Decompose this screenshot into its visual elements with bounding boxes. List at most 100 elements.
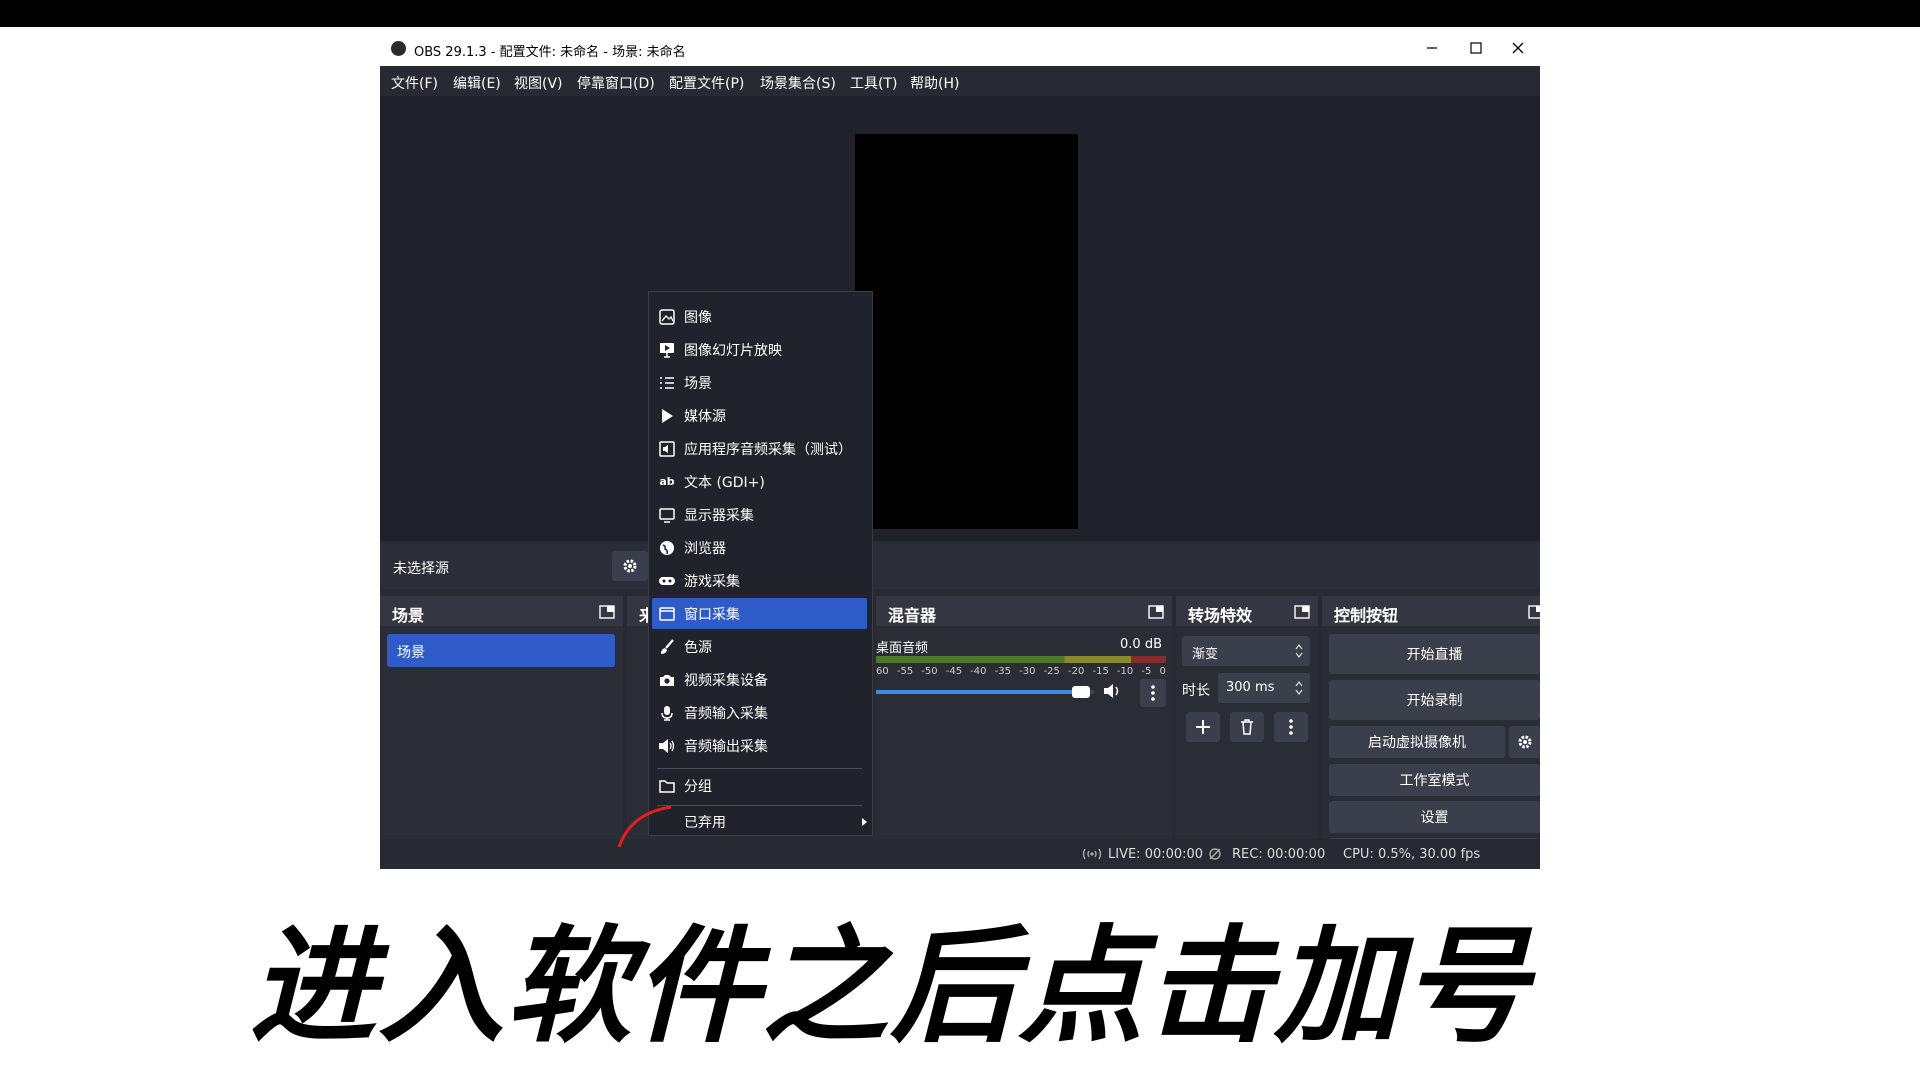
menu-view[interactable]: 视图(V) (514, 73, 563, 93)
more-vertical-icon (1151, 685, 1155, 701)
menu-separator (657, 768, 862, 769)
mixer-db-value: 0.0 dB (1120, 637, 1162, 652)
mixer-menu-button[interactable] (1140, 679, 1166, 707)
menu-tools[interactable]: 工具(T) (850, 73, 897, 93)
text-icon: ab (659, 475, 675, 488)
start-recording-button[interactable]: 开始录制 (1329, 680, 1540, 720)
transition-type-value: 渐变 (1192, 647, 1219, 662)
add-transition-button[interactable] (1186, 712, 1220, 742)
minimize-button[interactable] (1412, 35, 1452, 61)
menu-item-label: 显示器采集 (684, 507, 754, 524)
meter-tick: -45 (945, 666, 963, 677)
menu-file[interactable]: 文件(F) (391, 73, 438, 93)
meter-tick: -30 (1019, 666, 1036, 677)
start-streaming-button[interactable]: 开始直播 (1329, 634, 1540, 674)
menu-item-color-source[interactable]: 色源 (652, 631, 867, 662)
menu-item-label: 音频输入采集 (684, 705, 768, 722)
menu-item-label: 文本 (GDI+) (684, 474, 765, 491)
menu-item-audio-input[interactable]: 音频输入采集 (652, 697, 867, 728)
camera-icon (656, 669, 678, 691)
remove-transition-button[interactable] (1230, 712, 1264, 742)
menu-item-deprecated[interactable]: 已弃用 (652, 806, 870, 837)
transition-menu-button[interactable] (1274, 712, 1308, 742)
controls-title: 控制按钮 (1334, 606, 1399, 625)
speaker-icon[interactable] (1102, 682, 1122, 700)
live-signal-icon (1082, 848, 1102, 860)
menu-item-window-capture[interactable]: 窗口采集 (652, 598, 867, 629)
meter-scale: 60 -55 -50 -45 -40 -35 -30 -25 -20 -15 -… (876, 666, 1166, 677)
meter-tick: -35 (994, 666, 1011, 677)
meter-tick: -20 (1068, 666, 1085, 677)
duration-label: 时长 (1182, 683, 1210, 699)
menu-docks[interactable]: 停靠窗口(D) (577, 73, 655, 93)
undock-icon[interactable] (1148, 605, 1164, 619)
mixer-dock-header: 混音器 (876, 596, 1172, 626)
menu-item-slideshow[interactable]: 图像幻灯片放映 (652, 334, 867, 365)
volume-slider[interactable] (876, 686, 1094, 698)
menu-help[interactable]: 帮助(H) (910, 73, 959, 93)
close-button[interactable] (1498, 35, 1538, 61)
duration-input[interactable]: 300 ms (1218, 673, 1310, 703)
plus-icon (1196, 720, 1210, 734)
rec-time: REC: 00:00:00 (1232, 847, 1326, 862)
menu-scene-collection[interactable]: 场景集合(S) (760, 73, 836, 93)
meter-tick: 60 (876, 666, 889, 677)
menu-item-label: 场景 (684, 375, 712, 392)
menu-item-label: 浏览器 (684, 540, 726, 557)
audio-mixer-dock: 混音器 桌面音频 0.0 dB 60 -55 -50 -45 -40 -35 -… (876, 596, 1172, 869)
meter-tick: -25 (1043, 666, 1060, 677)
settings-button[interactable]: 设置 (1329, 801, 1540, 833)
obs-logo-icon (391, 41, 406, 56)
start-virtual-camera-button[interactable]: 启动虚拟摄像机 (1329, 726, 1505, 758)
menu-item-group[interactable]: 分组 (652, 770, 867, 801)
preview-canvas[interactable] (855, 134, 1078, 529)
menu-item-display-capture[interactable]: 显示器采集 (652, 499, 867, 530)
studio-mode-button[interactable]: 工作室模式 (1329, 764, 1540, 796)
volume-slider-handle[interactable] (1072, 686, 1090, 698)
menu-profile[interactable]: 配置文件(P) (669, 73, 744, 93)
menu-item-text[interactable]: ab 文本 (GDI+) (652, 466, 867, 497)
undock-icon[interactable] (1294, 605, 1310, 619)
transitions-title: 转场特效 (1188, 606, 1253, 625)
preview-area[interactable] (380, 96, 1540, 541)
status-bar: LIVE: 00:00:00 REC: 00:00:00 CPU: 0.5%, … (380, 839, 1540, 869)
scenes-dock-header: 场景 (380, 596, 623, 626)
scene-list-item[interactable]: 场景 (387, 634, 615, 667)
menu-item-label: 应用程序音频采集（测试） (684, 441, 852, 458)
menu-bar: 文件(F) 编辑(E) 视图(V) 停靠窗口(D) 配置文件(P) 场景集合(S… (380, 66, 1540, 96)
menu-item-game-capture[interactable]: 游戏采集 (652, 565, 867, 596)
microphone-icon (656, 702, 678, 724)
meter-tick: -5 (1141, 666, 1152, 677)
trash-icon (1241, 719, 1253, 735)
menu-item-label: 窗口采集 (684, 606, 740, 623)
menu-item-app-audio[interactable]: 应用程序音频采集（测试） (652, 433, 867, 464)
source-properties-button[interactable] (612, 551, 648, 581)
add-source-context-menu: 图像 图像幻灯片放映 场景 媒体源 应用程序音频采集（测试） ab 文本 (GD… (648, 291, 873, 836)
folder-icon (656, 775, 678, 797)
menu-item-video-capture[interactable]: 视频采集设备 (652, 664, 867, 695)
undock-icon[interactable] (1528, 605, 1540, 619)
menu-item-audio-output[interactable]: 音频输出采集 (652, 730, 867, 761)
menu-item-media-source[interactable]: 媒体源 (652, 400, 867, 431)
menu-item-browser[interactable]: 浏览器 (652, 532, 867, 563)
speaker-icon (656, 735, 678, 757)
mixer-title: 混音器 (888, 606, 937, 625)
window-icon (656, 603, 678, 625)
menu-edit[interactable]: 编辑(E) (453, 73, 501, 93)
window-title: OBS 29.1.3 - 配置文件: 未命名 - 场景: 未命名 (414, 45, 686, 60)
play-icon (656, 405, 678, 427)
menu-item-scene[interactable]: 场景 (652, 367, 867, 398)
maximize-button[interactable] (1456, 35, 1496, 61)
submenu-arrow-icon (862, 818, 867, 826)
virtual-camera-settings-button[interactable] (1509, 726, 1540, 758)
undock-icon[interactable] (599, 605, 615, 619)
transitions-dock: 转场特效 渐变 时长 300 ms (1176, 596, 1318, 869)
menu-item-label: 图像 (684, 309, 712, 326)
live-time: LIVE: 00:00:00 (1108, 847, 1204, 862)
monitor-icon (656, 504, 678, 526)
menu-item-image[interactable]: 图像 (652, 301, 867, 332)
volume-fill (876, 690, 1081, 694)
minimize-icon (1427, 47, 1437, 49)
gear-icon (623, 559, 637, 573)
transition-type-select[interactable]: 渐变 (1182, 636, 1310, 666)
